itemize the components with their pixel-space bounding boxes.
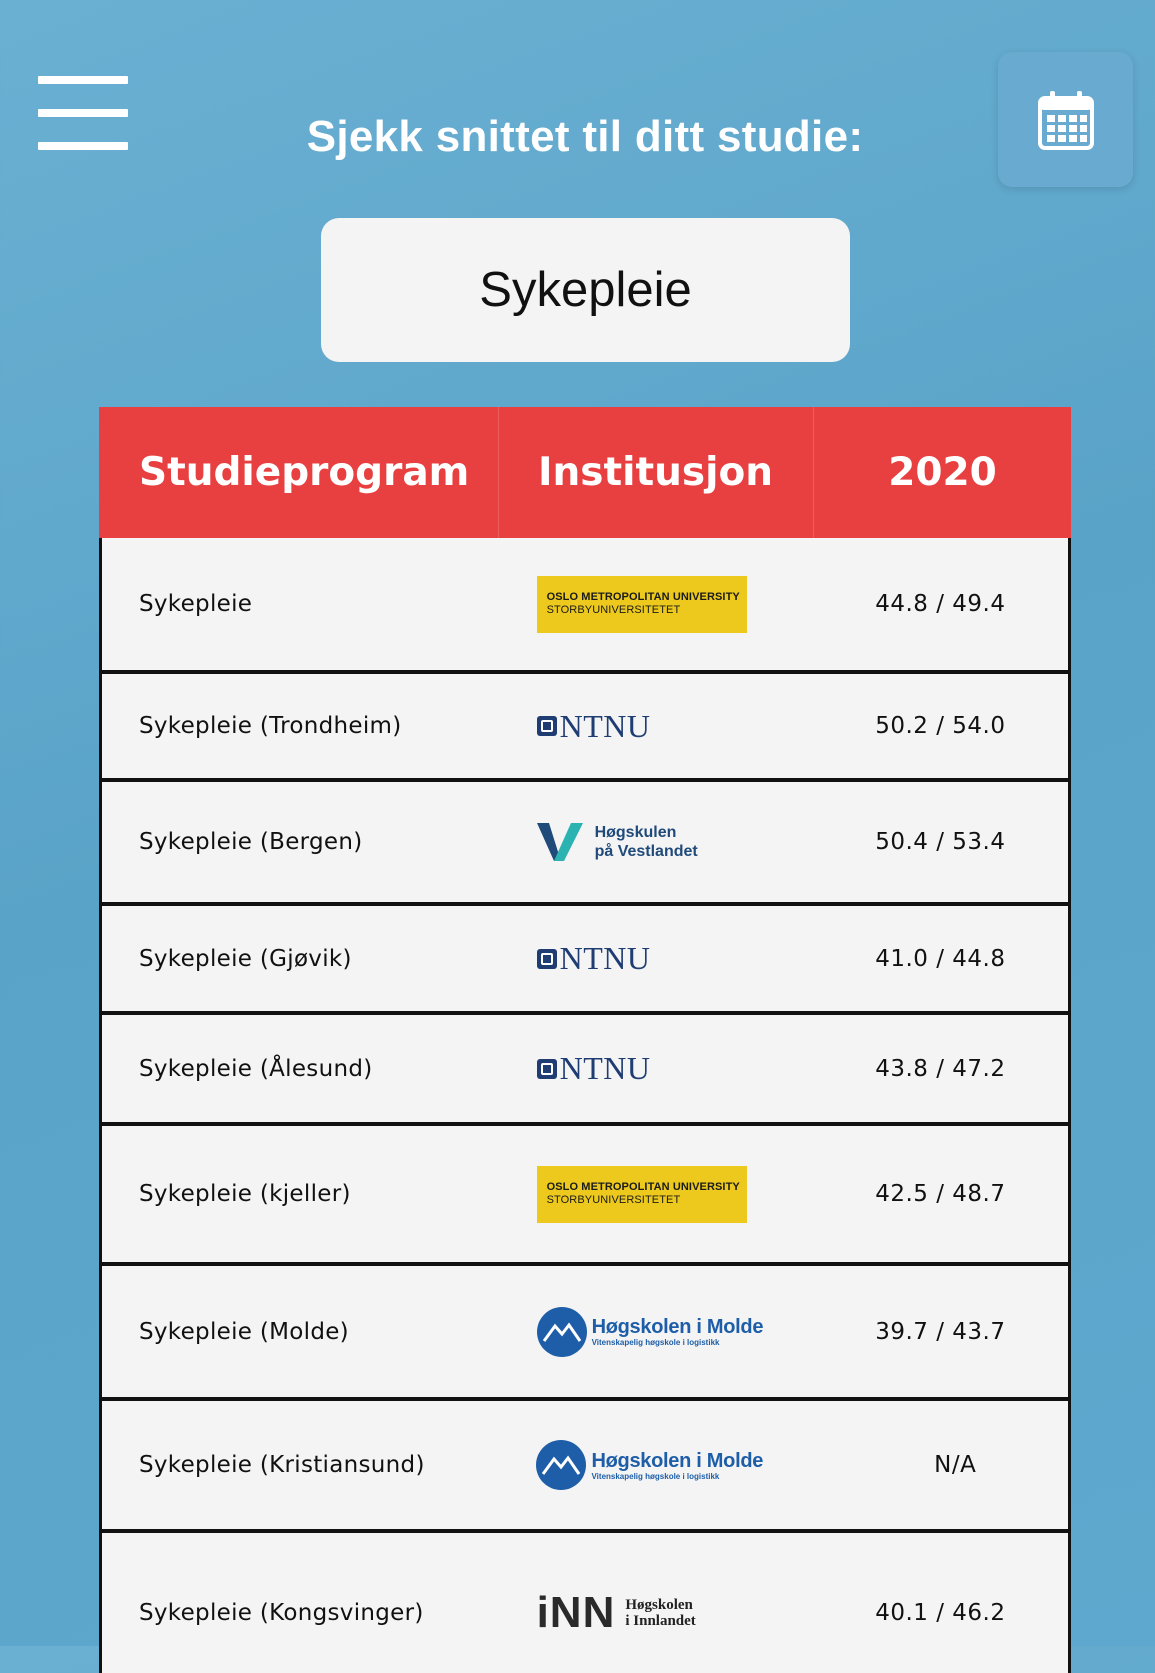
oslomet-logo: OSLO METROPOLITAN UNIVERSITY STORBYUNIVE… <box>536 575 747 633</box>
program-cell: Sykepleie (Trondheim) <box>139 713 402 739</box>
score-cell: 40.1 / 46.2 <box>875 1600 1006 1626</box>
himolde-logo: Høgskolen i Molde Vitenskapelig høgskole… <box>536 1306 763 1357</box>
program-cell: Sykepleie (Kongsvinger) <box>139 1600 424 1626</box>
program-cell: Sykepleie (Bergen) <box>139 829 363 855</box>
table-row[interactable]: Sykepleie OSLO METROPOLITAN UNIVERSITY S… <box>102 538 1068 674</box>
column-header-year[interactable]: 2020 <box>814 407 1071 538</box>
score-cell: 41.0 / 44.8 <box>875 945 1006 972</box>
institution-cell: Høgskolen i Molde Vitenskapelig høgskole… <box>499 1401 812 1529</box>
page-title: Sjekk snittet til ditt studie: <box>306 112 864 161</box>
score-cell: 39.7 / 43.7 <box>875 1318 1006 1345</box>
score-cell: 50.2 / 54.0 <box>875 713 1006 739</box>
table-header: Studieprogram Institusjon 2020 <box>99 407 1071 538</box>
ntnu-logo: NTNU <box>536 708 651 745</box>
table-body: Sykepleie OSLO METROPOLITAN UNIVERSITY S… <box>99 538 1071 1673</box>
program-cell: Sykepleie (Gjøvik) <box>139 945 352 972</box>
institution-cell: NTNU <box>500 1015 813 1122</box>
himolde-logo: Høgskolen i Molde Vitenskapelig høgskole… <box>536 1440 763 1490</box>
mountain-icon <box>542 1455 581 1475</box>
table-row[interactable]: Sykepleie (Gjøvik) NTNU 41.0 / 44.8 <box>102 906 1068 1015</box>
program-cell: Sykepleie (Kristiansund) <box>139 1452 425 1478</box>
institution-cell: iNN Høgskolen i Innlandet <box>500 1533 813 1673</box>
program-cell: Sykepleie (Molde) <box>139 1318 349 1345</box>
score-cell: 42.5 / 48.7 <box>875 1181 1006 1207</box>
table-row[interactable]: Sykepleie (Trondheim) NTNU 50.2 / 54.0 <box>102 674 1068 782</box>
score-cell: 50.4 / 53.4 <box>875 829 1006 855</box>
hvl-v-icon <box>536 823 583 861</box>
institution-cell: OSLO METROPOLITAN UNIVERSITY STORBYUNIVE… <box>500 1126 813 1262</box>
ntnu-logo: NTNU <box>536 940 651 977</box>
program-cell: Sykepleie (Ålesund) <box>139 1055 373 1082</box>
program-cell: Sykepleie (kjeller) <box>139 1181 351 1207</box>
institution-cell: OSLO METROPOLITAN UNIVERSITY STORBYUNIVE… <box>500 538 813 670</box>
table-row[interactable]: Sykepleie (Bergen) Høgskulen på Vestland… <box>102 782 1068 906</box>
score-cell: 43.8 / 47.2 <box>875 1055 1006 1082</box>
institution-cell: Høgskulen på Vestlandet <box>500 782 813 902</box>
table-row[interactable]: Sykepleie (kjeller) OSLO METROPOLITAN UN… <box>102 1126 1068 1266</box>
oslomet-logo: OSLO METROPOLITAN UNIVERSITY STORBYUNIVE… <box>536 1165 747 1223</box>
table-row[interactable]: Sykepleie (Molde) Høgskolen i Molde Vite… <box>102 1266 1068 1401</box>
table-row[interactable]: Sykepleie (Kristiansund) Høgskolen i Mol… <box>102 1401 1068 1533</box>
results-table: Studieprogram Institusjon 2020 Sykepleie… <box>99 407 1071 1673</box>
institution-cell: Høgskolen i Molde Vitenskapelig høgskole… <box>500 1266 813 1397</box>
ntnu-logo: NTNU <box>536 1050 651 1087</box>
score-cell: N/A <box>934 1452 977 1478</box>
institution-cell: NTNU <box>500 906 813 1011</box>
score-cell: 44.8 / 49.4 <box>875 591 1006 617</box>
inn-logo: iNN Høgskolen i Innlandet <box>536 1588 696 1637</box>
study-search-input[interactable]: Sykepleie <box>321 218 850 362</box>
program-cell: Sykepleie <box>139 591 253 617</box>
table-row[interactable]: Sykepleie (Ålesund) NTNU 43.8 / 47.2 <box>102 1015 1068 1126</box>
column-header-studieprogram[interactable]: Studieprogram <box>99 407 499 538</box>
institution-cell: NTNU <box>500 674 813 778</box>
hvl-logo: Høgskulen på Vestlandet <box>536 821 698 863</box>
mountain-icon <box>542 1321 581 1342</box>
column-header-institusjon[interactable]: Institusjon <box>499 407 814 538</box>
table-row[interactable]: Sykepleie (Kongsvinger) iNN Høgskolen i … <box>102 1533 1068 1673</box>
